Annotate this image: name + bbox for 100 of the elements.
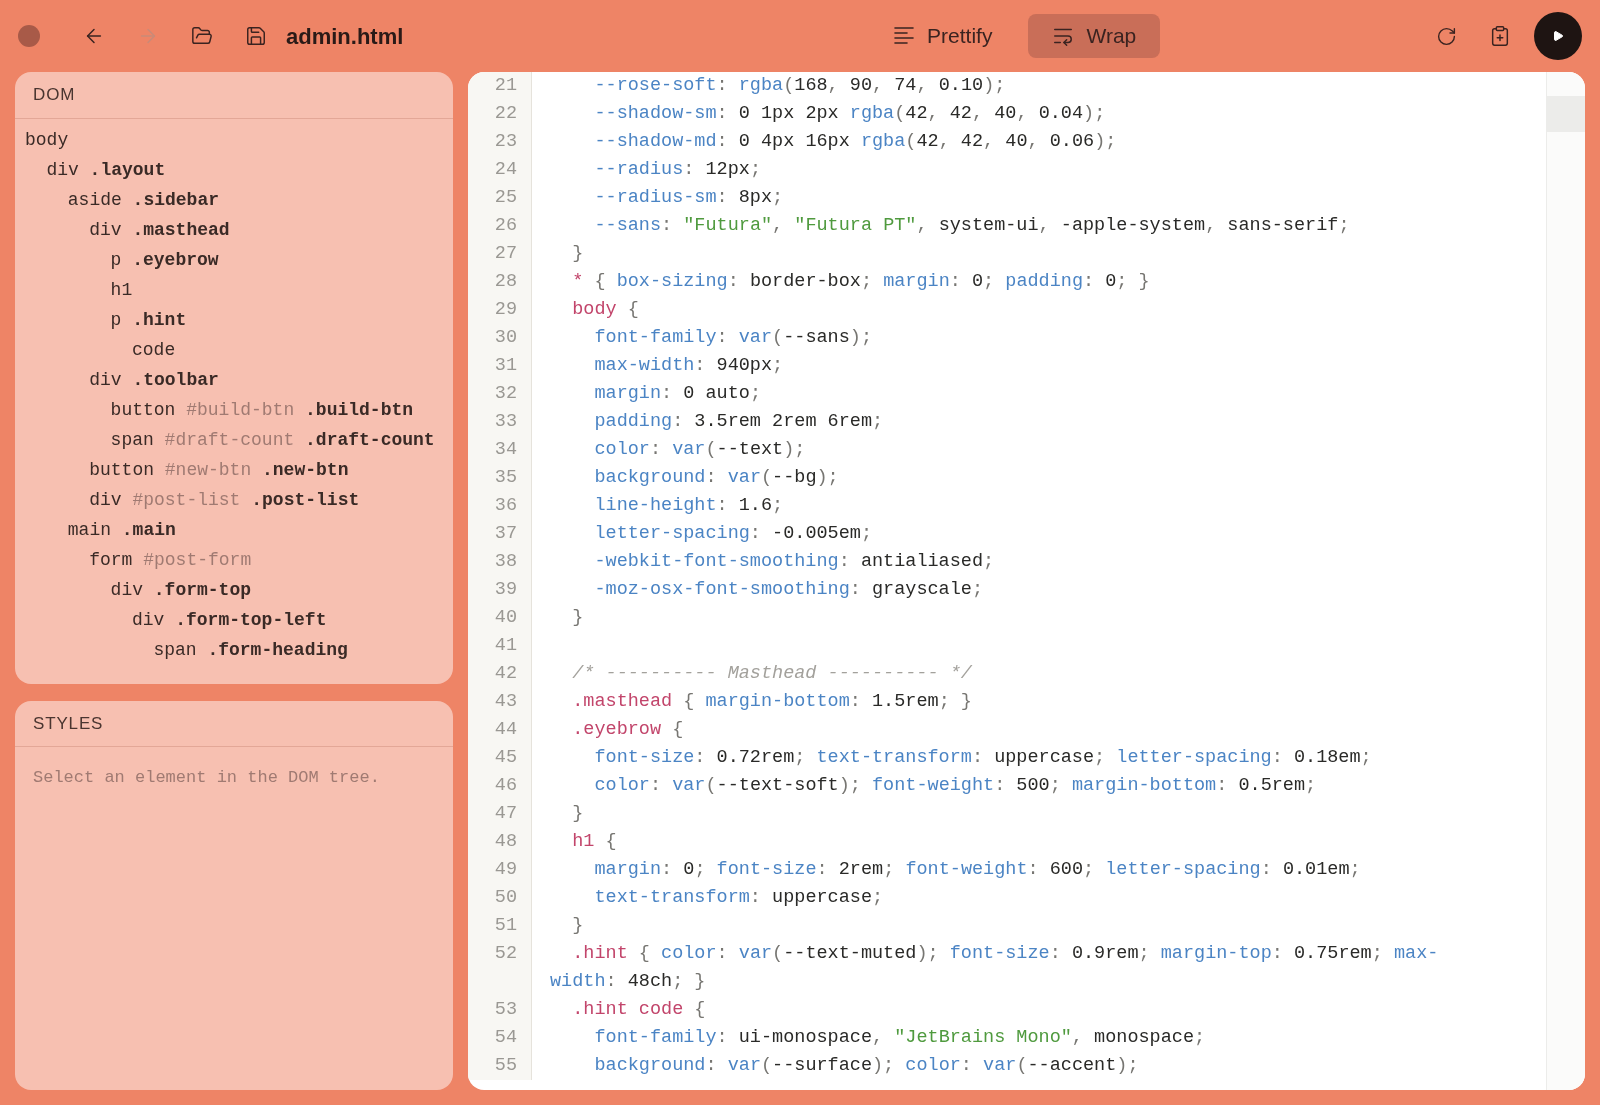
tree-item[interactable]: code	[15, 335, 453, 365]
code-line: -moz-osx-font-smoothing: grayscale;	[593, 578, 984, 602]
code-line: background: var(--bg);	[593, 466, 840, 490]
tree-item[interactable]: body	[15, 125, 453, 155]
run-button[interactable]	[1534, 12, 1582, 60]
line-number: 42	[494, 663, 517, 684]
code-line: }	[571, 802, 585, 826]
line-number: 24	[494, 159, 517, 180]
play-icon	[1552, 30, 1564, 42]
line-number: 31	[494, 355, 517, 376]
line-number: 43	[494, 691, 517, 712]
line-number: 37	[494, 523, 517, 544]
tree-item[interactable]: aside .sidebar	[15, 185, 453, 215]
line-number: 32	[494, 383, 517, 404]
line-number: 23	[494, 131, 517, 152]
line-number: 35	[494, 467, 517, 488]
toolbar-button[interactable]: Prettify	[869, 14, 1017, 58]
line-number: 55	[494, 1055, 517, 1076]
text-lines-icon	[893, 26, 916, 46]
line-number: 45	[494, 747, 517, 768]
code-line: color: var(--text-soft); font-weight: 500; margin-bottom: 0.5rem;	[593, 774, 1318, 798]
toolbar-button[interactable]: Wrap	[1028, 14, 1161, 58]
code-line: h1 {	[571, 830, 618, 854]
code-line: font-family: ui-monospace, "JetBrains Mono", monospace;	[593, 1026, 1207, 1050]
code-line: --shadow-md: 0 4px 16px rgba(42, 42, 40, 0.06);	[593, 130, 1118, 154]
line-number: 29	[494, 299, 517, 320]
code-line: line-height: 1.6;	[593, 494, 785, 518]
line-number: 41	[494, 635, 517, 656]
tree-item[interactable]: button #build-btn .build-btn	[15, 395, 453, 425]
line-number: 30	[494, 327, 517, 348]
tree-item[interactable]: p .eyebrow	[15, 245, 453, 275]
line-number: 26	[494, 215, 517, 236]
line-number: 25	[494, 187, 517, 208]
code-line: padding: 3.5rem 2rem 6rem;	[593, 410, 885, 434]
line-number: 50	[494, 887, 517, 908]
line-number: 21	[494, 75, 517, 96]
code-line: margin: 0; font-size: 2rem; font-weight: 600; letter-spacing: 0.01em;	[593, 858, 1362, 882]
tree-item[interactable]: div .layout	[15, 155, 453, 185]
line-number: 40	[494, 607, 517, 628]
file-name: admin.html	[286, 22, 404, 51]
panel-title: STYLES	[33, 712, 104, 735]
code-line: font-family: var(--sans);	[593, 326, 874, 350]
code-line: body {	[571, 298, 640, 322]
code-line: --radius-sm: 8px;	[593, 186, 785, 210]
line-number: 52	[494, 943, 517, 964]
tree-item[interactable]: div .masthead	[15, 215, 453, 245]
code-line: --sans: "Futura", "Futura PT", system-ui, -apple-system, sans-serif;	[593, 214, 1351, 238]
code-line: --radius: 12px;	[593, 158, 762, 182]
code-line: * { box-sizing: border-box; margin: 0; padding: 0; }	[571, 270, 1151, 294]
tree-item[interactable]: form #post-form	[15, 545, 453, 575]
clipboard-icon	[1489, 25, 1511, 47]
empty-message: Select an element in the DOM tree.	[33, 768, 380, 787]
line-number: 53	[494, 999, 517, 1020]
code-line: font-size: 0.72rem; text-transform: uppercase; letter-spacing: 0.18em;	[593, 746, 1373, 770]
code-line: /* ---------- Masthead ---------- */	[571, 662, 973, 686]
tree-item[interactable]: span #draft-count .draft-count	[15, 425, 453, 455]
code-line: .hint code {	[571, 998, 707, 1022]
tree-item[interactable]: p .hint	[15, 305, 453, 335]
panel-title: DOM	[33, 84, 76, 107]
line-number: 27	[494, 243, 517, 264]
tree-item[interactable]: span .form-heading	[15, 635, 453, 665]
code-line: }	[571, 914, 585, 938]
code-line: margin: 0 auto;	[593, 382, 762, 406]
code-line: .hint { color: var(--text-muted); font-size: 0.9rem; margin-top: 0.75rem; max-width: 48ch; }	[550, 942, 1440, 994]
code-line: .masthead { margin-bottom: 1.5rem; }	[571, 690, 973, 714]
line-number: 51	[494, 915, 517, 936]
tree-item[interactable]: main .main	[15, 515, 453, 545]
refresh-icon	[1435, 25, 1457, 47]
tree-item[interactable]: div .form-top-left	[15, 605, 453, 635]
tree-item[interactable]: h1	[15, 275, 453, 305]
save-icon	[245, 25, 267, 47]
folder-icon	[191, 25, 213, 47]
tree-item[interactable]: button #new-btn .new-btn	[15, 455, 453, 485]
tree-item[interactable]: div .form-top	[15, 575, 453, 605]
line-number: 36	[494, 495, 517, 516]
code-line: --shadow-sm: 0 1px 2px rgba(42, 42, 40, 0.04);	[593, 102, 1107, 126]
line-number: 44	[494, 719, 517, 740]
code-line: letter-spacing: -0.005em;	[593, 522, 873, 546]
code-line: .eyebrow {	[571, 718, 685, 742]
tree-item[interactable]: div #post-list .post-list	[15, 485, 453, 515]
line-number: 39	[494, 579, 517, 600]
line-number: 46	[494, 775, 517, 796]
line-number: 47	[494, 803, 517, 824]
line-number: 48	[494, 831, 517, 852]
code-line: -webkit-font-smoothing: antialiased;	[593, 550, 996, 574]
line-number: 38	[494, 551, 517, 572]
line-number: 22	[494, 103, 517, 124]
scrollbar-thumb[interactable]	[1547, 96, 1585, 132]
line-number: 34	[494, 439, 517, 460]
code-line: background: var(--surface); color: var(--accent);	[593, 1054, 1140, 1078]
code-line: }	[571, 242, 585, 266]
line-number: 49	[494, 859, 517, 880]
line-number: 54	[494, 1027, 517, 1048]
code-line: color: var(--text);	[593, 438, 807, 462]
code-line: --rose-soft: rgba(168, 90, 74, 0.10);	[593, 74, 1007, 98]
tree-item[interactable]: div .toolbar	[15, 365, 453, 395]
line-number: 33	[494, 411, 517, 432]
line-number: 28	[494, 271, 517, 292]
code-line: }	[571, 606, 585, 630]
code-line: max-width: 940px;	[593, 354, 785, 378]
